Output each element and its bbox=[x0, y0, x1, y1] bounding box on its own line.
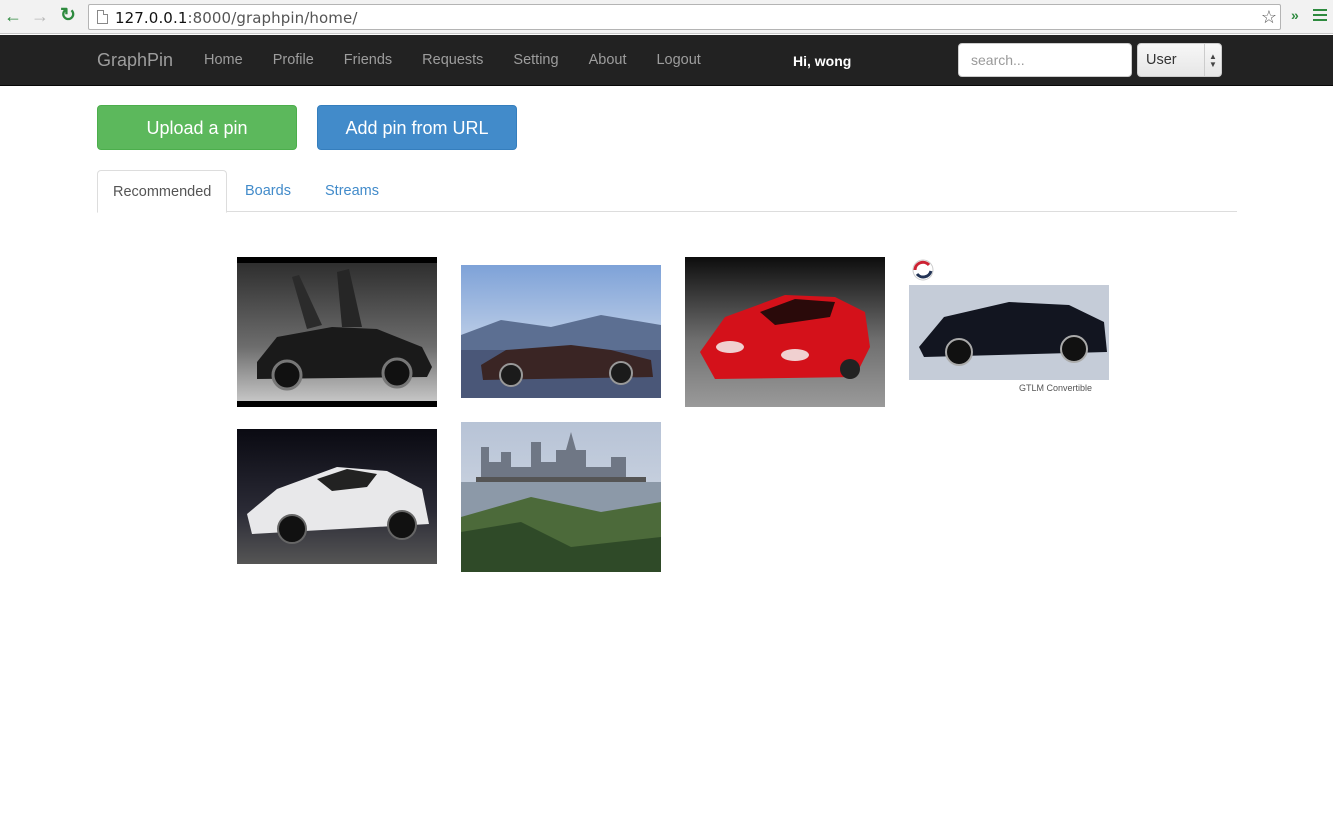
nav-friends[interactable]: Friends bbox=[344, 52, 392, 68]
nav-logout[interactable]: Logout bbox=[656, 52, 700, 68]
url-host: 127.0.0.1 bbox=[115, 9, 188, 27]
star-icon[interactable]: ☆ bbox=[1261, 6, 1277, 28]
select-arrows-icon: ▲ ▼ bbox=[1204, 44, 1221, 76]
pin-white-lamborghini-image[interactable] bbox=[237, 429, 437, 564]
nav-setting[interactable]: Setting bbox=[513, 52, 558, 68]
pin-brown-convertible-image[interactable] bbox=[461, 265, 661, 398]
user-greeting: Hi, wong bbox=[793, 53, 852, 69]
brand-logo[interactable]: GraphPin bbox=[97, 50, 173, 71]
browser-toolbar: ← → ↻ 127.0.0.1:8000/graphpin/home/ ☆ » bbox=[0, 0, 1333, 34]
search-input[interactable] bbox=[958, 43, 1132, 77]
url-text[interactable]: 127.0.0.1:8000/graphpin/home/ bbox=[115, 9, 358, 27]
pin-caption: GTLM Convertible bbox=[1019, 383, 1093, 393]
url-path: :8000/graphpin/home/ bbox=[187, 9, 358, 27]
pin-city-skyline-image[interactable] bbox=[461, 422, 661, 572]
add-pin-url-button[interactable]: Add pin from URL bbox=[317, 105, 517, 150]
pin-red-supercar-image[interactable] bbox=[685, 257, 885, 407]
reload-icon[interactable]: ↻ bbox=[58, 6, 78, 26]
search-type-select[interactable]: User ▲ ▼ bbox=[1137, 43, 1222, 77]
nav-about[interactable]: About bbox=[589, 52, 627, 68]
nav-links: Home Profile Friends Requests Setting Ab… bbox=[204, 52, 731, 68]
tab-boards[interactable]: Boards bbox=[245, 170, 291, 212]
search-type-value: User bbox=[1146, 52, 1177, 68]
extensions-chevron-icon[interactable]: » bbox=[1291, 7, 1299, 23]
address-bar[interactable]: 127.0.0.1:8000/graphpin/home/ ☆ bbox=[88, 4, 1281, 30]
nav-profile[interactable]: Profile bbox=[273, 52, 314, 68]
forward-arrow-icon[interactable]: → bbox=[30, 6, 50, 26]
top-navbar: GraphPin Home Profile Friends Requests S… bbox=[0, 35, 1333, 86]
nav-home[interactable]: Home bbox=[204, 52, 243, 68]
upload-pin-button[interactable]: Upload a pin bbox=[97, 105, 297, 150]
pin-black-lamborghini-image[interactable] bbox=[237, 257, 437, 407]
content-tabs: Recommended Boards Streams bbox=[97, 170, 1237, 213]
tab-recommended[interactable]: Recommended bbox=[97, 170, 228, 213]
nav-requests[interactable]: Requests bbox=[422, 52, 483, 68]
page-icon bbox=[97, 10, 108, 24]
menu-icon[interactable] bbox=[1313, 9, 1327, 23]
back-arrow-icon[interactable]: ← bbox=[3, 6, 23, 26]
pin-gtlm-convertible-image[interactable]: GTLM Convertible bbox=[909, 257, 1109, 399]
tab-streams[interactable]: Streams bbox=[325, 170, 379, 212]
